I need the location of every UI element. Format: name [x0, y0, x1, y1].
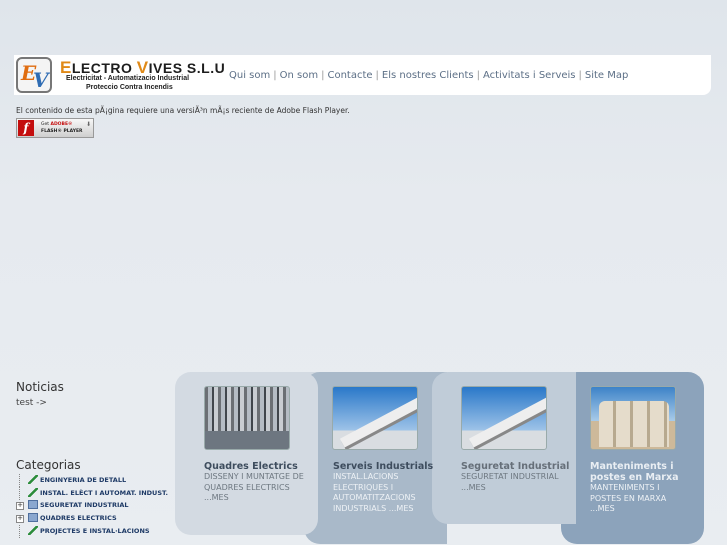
manteniments-image[interactable]: [590, 386, 676, 450]
category-label: ENGINYERIA DE DETALL: [40, 476, 127, 484]
tree-line: [19, 486, 28, 500]
nav-site-map[interactable]: Site Map: [585, 70, 628, 81]
company-tagline-2: Proteccio Contra Incendis: [86, 84, 173, 91]
news-title: Noticias: [16, 380, 64, 394]
main-nav: Qui som | On som | Contacte | Els nostres Clie…: [229, 70, 628, 81]
tree-line: [19, 524, 28, 538]
nav-qui-som[interactable]: Qui som: [229, 70, 270, 81]
category-label: SEGURETAT INDUSTRIAL: [40, 501, 129, 510]
category-label: PROJECTES E INSTAL·LACIONS: [40, 526, 150, 535]
flash-adobe-text: ADOBE®: [50, 122, 73, 127]
nav-clients[interactable]: Els nostres Clients: [382, 70, 474, 81]
logo-letter-v: V: [33, 68, 49, 92]
nav-separator: |: [273, 70, 277, 81]
pencil-icon: [28, 487, 38, 497]
pencil-icon: [28, 475, 38, 484]
quadres-electrics-image[interactable]: [204, 386, 290, 450]
flash-button-line1: Get ADOBE®: [41, 122, 73, 127]
pencil-icon: [28, 525, 38, 535]
company-tagline-1: Electricitat - Automatizacio Industrial: [66, 75, 190, 82]
card-desc-manteniments[interactable]: MANTENIMENTS I POSTES EN MARXA ...MES: [590, 483, 690, 515]
flash-icon: f: [18, 120, 34, 136]
nav-contacte[interactable]: Contacte: [327, 70, 372, 81]
category-label: INSTAL. ELÈCT I AUTOMAT. INDUST.: [40, 488, 168, 497]
categories-title: Categorias: [16, 458, 81, 472]
card-desc-quadres[interactable]: DISSENY I MUNTATGE DE QUADRES ELECTRICS …: [204, 472, 304, 504]
brand-word-1: LECTRO: [71, 60, 133, 76]
folder-icon: [28, 500, 38, 510]
tree-line: [19, 474, 28, 487]
folder-icon: [28, 513, 38, 523]
nav-separator: |: [476, 70, 480, 81]
flash-button-line2: FLASH® PLAYER: [41, 129, 83, 134]
nav-activitats[interactable]: Activitats i Serveis: [483, 70, 576, 81]
card-desc-seguretat[interactable]: SEGURETAT INDUSTRIAL ...MES: [461, 472, 561, 493]
company-logo[interactable]: E V: [16, 57, 52, 93]
site-header: E V ELECTRO VIVES S.L.U Electricitat - A…: [14, 55, 711, 95]
flash-required-message: El contenido de esta pÃ¡gina requiere un…: [16, 106, 350, 115]
nav-on-som[interactable]: On som: [280, 70, 318, 81]
nav-separator: |: [375, 70, 379, 81]
news-item-link[interactable]: test ->: [16, 398, 47, 408]
seguretat-industrial-image[interactable]: [461, 386, 547, 450]
get-flash-player-button[interactable]: f Get ADOBE® FLASH® PLAYER ⬇: [16, 118, 94, 138]
brand-word-2: IVES S.L.U: [148, 60, 226, 76]
card-title-manteniments[interactable]: Manteniments i postes en Marxa: [590, 461, 690, 483]
flash-get-text: Get: [41, 122, 50, 127]
card-title-seguretat[interactable]: Seguretat Industrial: [461, 461, 571, 472]
card-title-quadres[interactable]: Quadres Electrics: [204, 461, 314, 472]
expand-plus-icon[interactable]: +: [16, 502, 24, 511]
download-arrow-icon: ⬇: [85, 121, 91, 128]
card-desc-serveis[interactable]: INSTAL.LACIONS ELECTRIQUES I AUTOMATITZA…: [333, 472, 433, 514]
nav-separator: |: [578, 70, 582, 81]
expand-plus-icon[interactable]: +: [16, 515, 24, 524]
serveis-industrials-image[interactable]: [332, 386, 418, 450]
nav-separator: |: [321, 70, 325, 81]
card-title-serveis[interactable]: Serveis Industrials: [333, 461, 443, 472]
category-label: QUADRES ELECTRICS: [40, 514, 117, 523]
